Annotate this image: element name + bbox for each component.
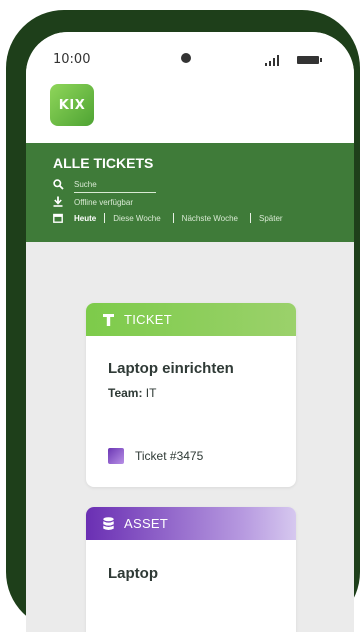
ticket-t-icon	[103, 313, 114, 326]
card-title: Laptop	[108, 565, 158, 582]
card-type-label: ASSET	[124, 516, 169, 531]
tab-spaeter[interactable]: Später	[259, 214, 283, 223]
ticket-reference[interactable]: Ticket #3475	[108, 448, 203, 464]
status-time: 10:00	[53, 52, 91, 67]
card-header-ticket: TICKET	[86, 303, 296, 336]
tab-naechste-woche[interactable]: Nächste Woche	[182, 214, 238, 223]
tab-heute[interactable]: Heute	[74, 214, 96, 223]
asset-card[interactable]: ASSET Laptop	[86, 507, 296, 632]
page-title: ALLE TICKETS	[53, 155, 154, 171]
search-field[interactable]: Suche	[53, 179, 177, 193]
team-value: IT	[145, 386, 157, 400]
ticket-color-icon	[108, 448, 124, 464]
search-input[interactable]: Suche	[74, 180, 97, 189]
date-filter: Heute Diese Woche Nächste Woche Später	[53, 212, 283, 224]
app-logo[interactable]: KIX	[50, 84, 94, 126]
team-label: Team:	[108, 386, 143, 400]
card-type-label: TICKET	[124, 312, 173, 327]
camera-icon	[181, 53, 191, 63]
tab-diese-woche[interactable]: Diese Woche	[113, 214, 160, 223]
database-icon	[103, 516, 114, 531]
app-screen: 10:00 KIX ALLE TICKETS Suche Offline ver…	[26, 32, 354, 632]
search-underline	[74, 192, 156, 193]
logo-text: KIX	[58, 97, 86, 113]
calendar-icon	[53, 213, 63, 223]
team-info: Team: IT	[108, 386, 156, 400]
search-icon	[53, 179, 64, 190]
tab-divider	[250, 213, 251, 223]
battery-icon	[297, 56, 322, 64]
signal-icon	[265, 54, 285, 66]
card-title: Laptop einrichten	[108, 360, 234, 377]
offline-label: Offline verfügbar	[74, 198, 133, 207]
tab-divider	[172, 213, 174, 223]
tickets-header: ALLE TICKETS Suche Offline verfügbar Heu…	[26, 143, 354, 242]
tab-divider	[104, 213, 106, 223]
top-bar: 10:00 KIX	[26, 32, 354, 143]
card-header-asset: ASSET	[86, 507, 296, 540]
download-icon	[53, 196, 63, 207]
phone-frame: 10:00 KIX ALLE TICKETS Suche Offline ver…	[6, 10, 360, 632]
ticket-card[interactable]: TICKET Laptop einrichten Team: IT Ticket…	[86, 303, 296, 487]
ticket-number: Ticket #3475	[135, 449, 204, 463]
